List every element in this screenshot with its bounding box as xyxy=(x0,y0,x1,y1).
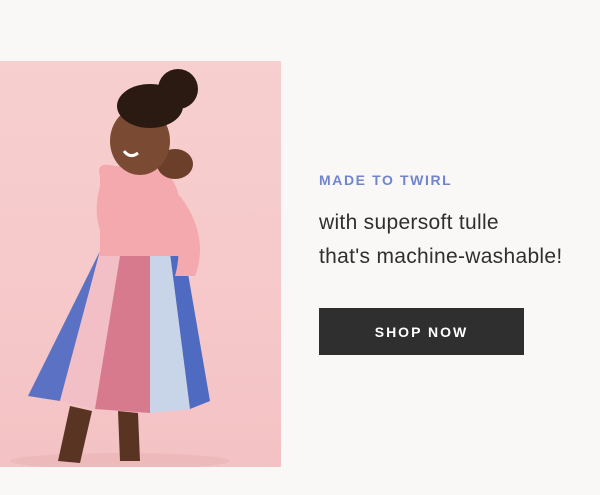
hero-photo xyxy=(0,61,281,467)
promo-eyebrow: MADE TO TWIRL xyxy=(319,172,453,188)
promo-headline: with supersoft tulle that's machine-wash… xyxy=(319,206,589,274)
promo-headline-line2: that's machine-washable! xyxy=(319,245,563,268)
promo-headline-line1: with supersoft tulle xyxy=(319,211,499,234)
girl-in-tulle-dress-illustration xyxy=(10,69,230,467)
shop-now-button[interactable]: SHOP NOW xyxy=(319,308,524,355)
shop-now-label: SHOP NOW xyxy=(374,323,469,340)
promo-copy: MADE TO TWIRL with supersoft tulle that'… xyxy=(319,172,589,274)
